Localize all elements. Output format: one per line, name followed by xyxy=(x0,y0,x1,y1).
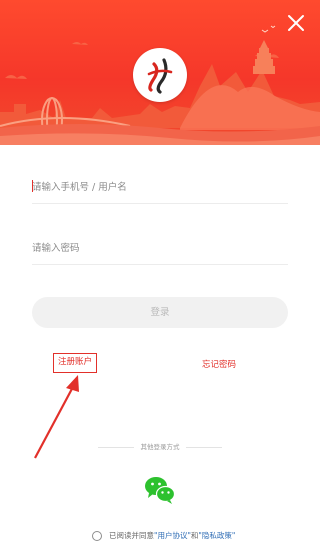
user-agreement-link[interactable]: "用户协议" xyxy=(154,531,191,540)
account-divider xyxy=(32,203,288,204)
privacy-policy-link[interactable]: "隐私政策" xyxy=(198,531,235,540)
close-button[interactable] xyxy=(286,13,306,33)
app-logo-mark xyxy=(147,58,173,94)
wechat-login-button[interactable] xyxy=(143,473,177,507)
forgot-password-link[interactable]: 忘记密码 xyxy=(202,358,236,370)
account-input[interactable] xyxy=(32,172,288,202)
agreement-checkbox[interactable] xyxy=(92,530,102,541)
close-icon xyxy=(288,15,304,31)
login-button[interactable]: 登录 xyxy=(32,297,288,328)
other-login-title: 其他登录方式 xyxy=(140,443,180,451)
other-login-divider-right xyxy=(186,447,222,448)
agreement-row: 已阅读并同意"用户协议"和"隐私政策" xyxy=(92,530,235,544)
register-link[interactable]: 注册账户 xyxy=(53,353,97,373)
wechat-icon xyxy=(145,477,176,504)
header-banner xyxy=(0,0,320,145)
password-input[interactable] xyxy=(32,233,288,263)
text-caret xyxy=(32,180,33,192)
agreement-prefix: 已阅读并同意 xyxy=(109,531,154,540)
app-logo xyxy=(133,48,187,102)
password-divider xyxy=(32,264,288,265)
